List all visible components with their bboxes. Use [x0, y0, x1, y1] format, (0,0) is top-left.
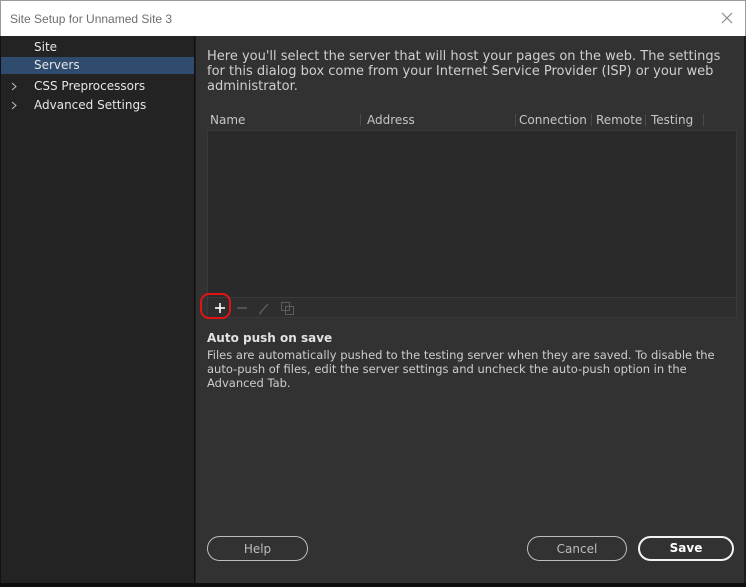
cancel-button[interactable]: Cancel [527, 536, 627, 561]
sidebar-item-label: Servers [34, 58, 80, 72]
chevron-right-icon[interactable] [11, 82, 18, 91]
duplicate-server-icon[interactable] [278, 299, 296, 317]
auto-push-description: Files are automatically pushed to the te… [207, 348, 715, 390]
sidebar-item-label: Site [34, 40, 58, 54]
servers-panel: Here you'll select the server that will … [196, 36, 744, 583]
server-toolbar [200, 293, 737, 319]
edit-server-icon[interactable] [255, 299, 273, 317]
column-header-name[interactable]: Name [210, 113, 245, 127]
column-divider[interactable] [703, 114, 704, 126]
server-table-header: Name Address Connection Remote Testing [207, 110, 737, 128]
auto-push-heading: Auto push on save [207, 331, 333, 345]
sidebar-item-servers[interactable]: Servers [1, 57, 194, 74]
save-button[interactable]: Save [638, 536, 734, 561]
sidebar-item-label: Advanced Settings [34, 98, 147, 112]
title-bar: Site Setup for Unnamed Site 3 [0, 0, 746, 36]
close-icon[interactable] [718, 9, 736, 27]
window-bottom-edge [0, 583, 746, 587]
column-divider[interactable] [360, 114, 361, 126]
column-header-connection[interactable]: Connection [519, 113, 587, 127]
help-button[interactable]: Help [207, 536, 308, 561]
column-divider[interactable] [645, 114, 646, 126]
column-divider[interactable] [515, 114, 516, 126]
sidebar-item-label: CSS Preprocessors [34, 79, 146, 93]
chevron-right-icon[interactable] [11, 101, 18, 110]
sidebar-item-site[interactable]: Site [1, 39, 194, 56]
remove-server-icon[interactable] [233, 299, 251, 317]
sidebar-item-advanced-settings[interactable]: Advanced Settings [1, 97, 194, 114]
server-list[interactable] [207, 130, 737, 298]
sidebar-item-css-preprocessors[interactable]: CSS Preprocessors [1, 78, 194, 95]
servers-intro-text: Here you'll select the server that will … [207, 49, 721, 94]
category-sidebar: Site Servers CSS Preprocessors Advanced … [0, 36, 195, 583]
highlight-circle [200, 293, 231, 319]
column-header-address[interactable]: Address [367, 113, 415, 127]
column-header-testing[interactable]: Testing [651, 113, 693, 127]
window-title: Site Setup for Unnamed Site 3 [10, 12, 173, 26]
column-header-remote[interactable]: Remote [596, 113, 642, 127]
column-divider[interactable] [591, 114, 592, 126]
